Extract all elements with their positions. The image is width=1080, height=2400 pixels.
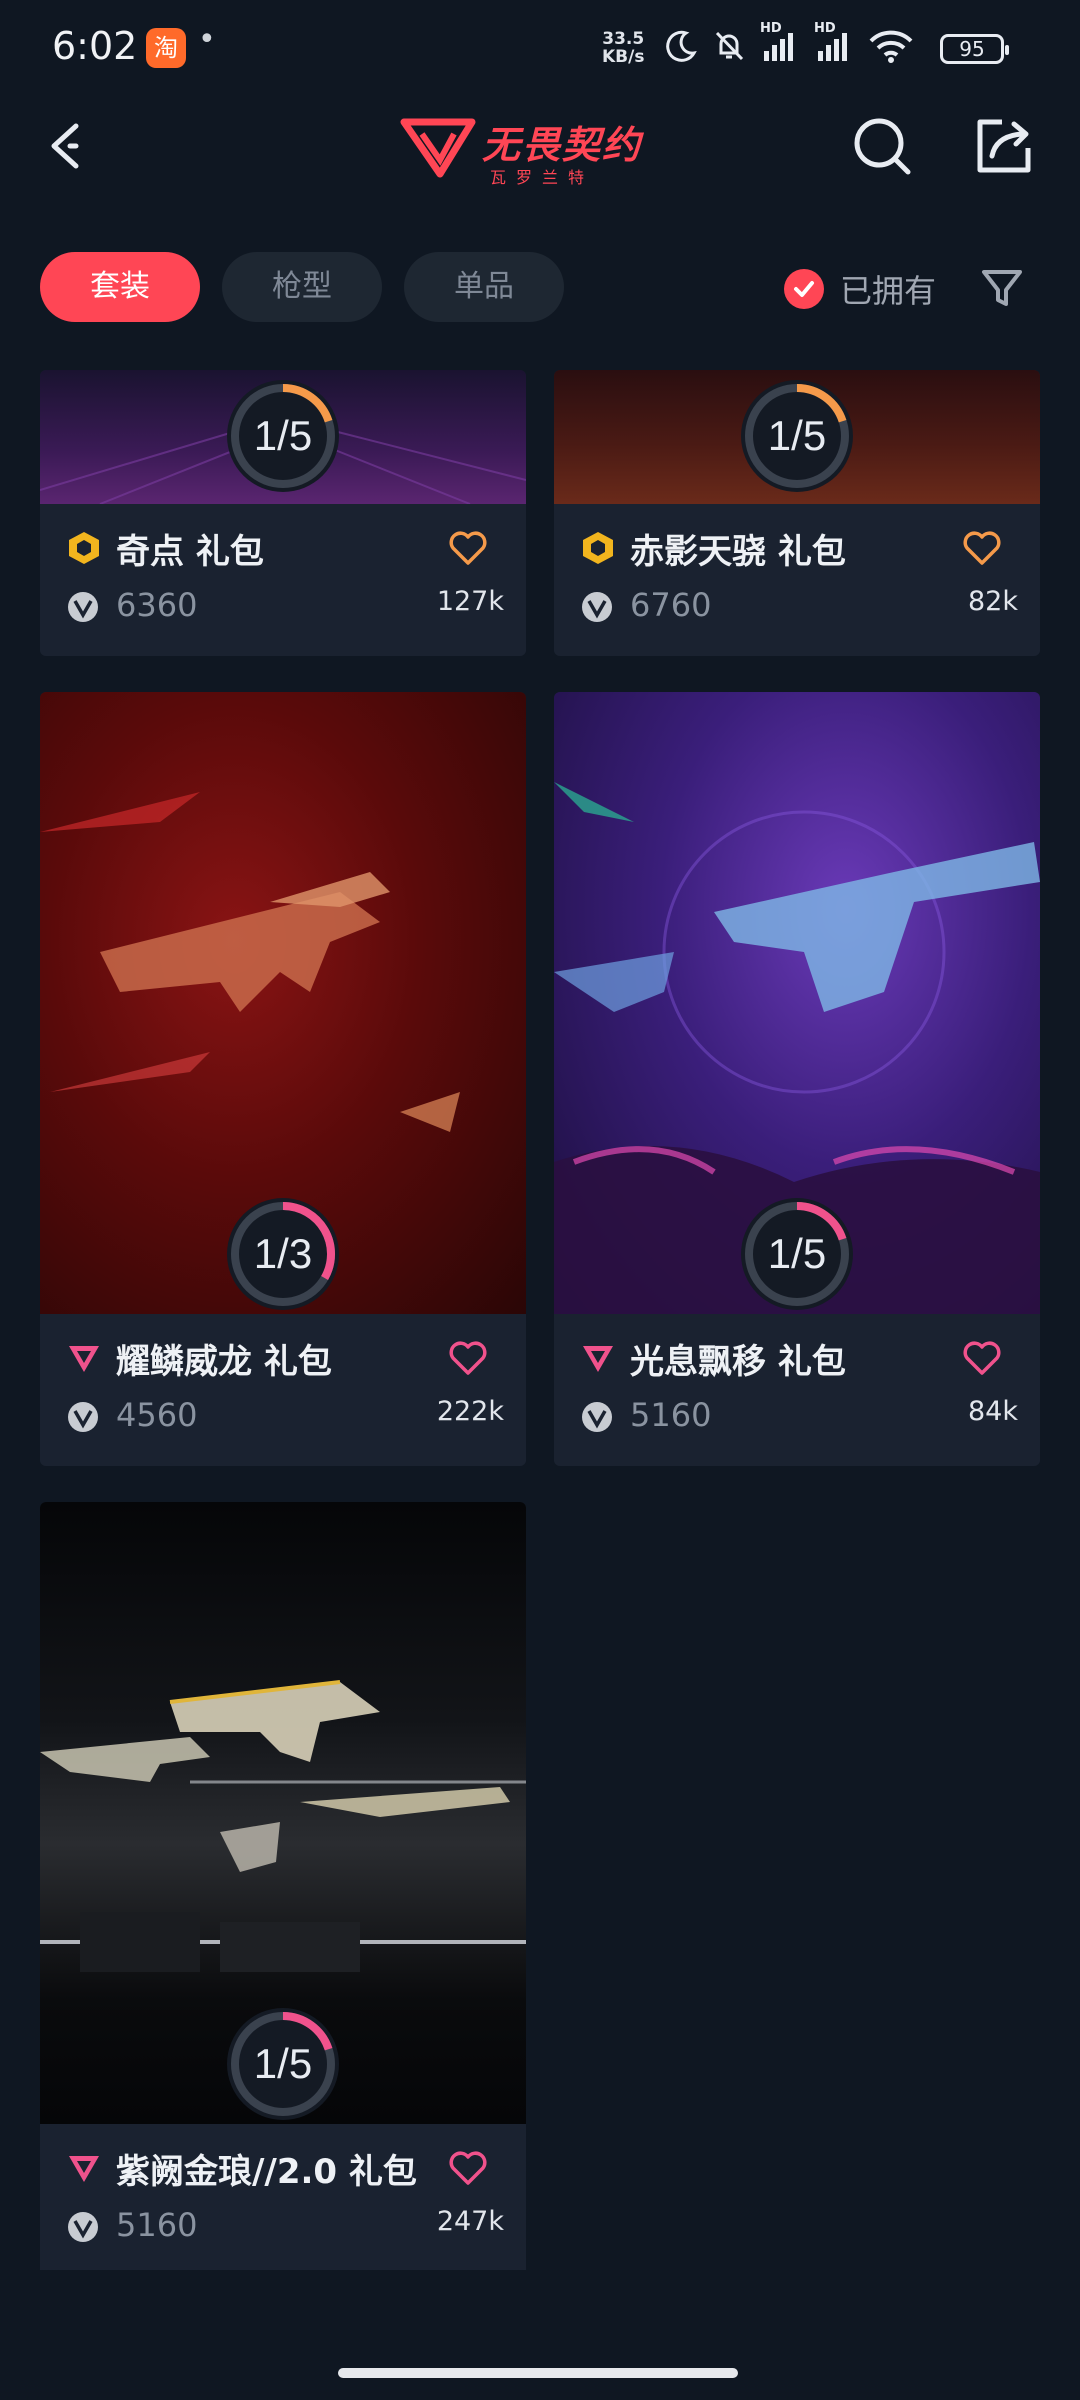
collection-progress-ring: 1/3 xyxy=(225,1196,341,1312)
like-count: 82k xyxy=(968,586,1018,617)
progress-label: 1/5 xyxy=(253,2040,313,2087)
heart-icon[interactable] xyxy=(448,2150,488,2186)
pink-tier-icon xyxy=(69,2156,99,2182)
check-icon xyxy=(784,269,824,309)
pink-tier-icon xyxy=(583,1346,613,1372)
bundle-card[interactable]: 1/5 奇点 礼包 6360 127k xyxy=(40,370,526,656)
bundle-title: 耀鳞威龙 礼包 xyxy=(116,1342,332,1382)
filter-button[interactable] xyxy=(978,264,1026,312)
bundle-title: 奇点 礼包 xyxy=(116,532,264,572)
bundle-title: 赤影天骁 礼包 xyxy=(630,532,846,572)
search-icon xyxy=(854,118,911,175)
bundle-title: 紫阙金琅//2.0 礼包 xyxy=(116,2152,417,2192)
like-count: 127k xyxy=(436,586,504,617)
bundle-price: 5160 xyxy=(116,2206,198,2244)
wifi-icon xyxy=(868,29,914,67)
heart-icon[interactable] xyxy=(962,1340,1002,1376)
bundle-price: 5160 xyxy=(630,1396,712,1434)
owned-filter-label: 已拥有 xyxy=(840,272,937,310)
notification-dot: • xyxy=(198,22,216,57)
like-count: 222k xyxy=(436,1396,504,1427)
battery-indicator: 95 xyxy=(940,34,1009,64)
bundle-card[interactable]: 1/3 耀鳞威龙 礼包 4560 222k xyxy=(40,692,526,1466)
progress-label: 1/5 xyxy=(253,412,313,459)
search-button[interactable] xyxy=(850,114,914,178)
pink-tier-icon xyxy=(69,1346,99,1372)
share-icon xyxy=(977,119,1031,173)
bundle-card[interactable]: 1/5 紫阙金琅//2.0 礼包 5160 247k xyxy=(40,1502,526,2270)
bundle-card[interactable]: 1/5 光息飘移 礼包 5160 84k xyxy=(554,692,1040,1466)
valorant-points-icon xyxy=(68,592,98,622)
progress-label: 1/3 xyxy=(253,1230,313,1277)
bundle-card[interactable]: 1/5 赤影天骁 礼包 6760 82k xyxy=(554,370,1040,656)
collection-progress-ring: 1/5 xyxy=(225,2006,341,2122)
logo-title: 无畏契约 xyxy=(482,123,643,167)
bundle-title: 光息飘移 礼包 xyxy=(630,1342,846,1382)
filter-icon xyxy=(982,270,1022,306)
heart-icon[interactable] xyxy=(448,530,488,566)
network-speed: 33.5 KB/s xyxy=(602,29,645,67)
home-indicator[interactable] xyxy=(338,2368,738,2378)
like-count: 84k xyxy=(968,1396,1018,1427)
progress-label: 1/5 xyxy=(767,1230,827,1277)
collection-progress-ring: 1/5 xyxy=(225,378,341,494)
owned-filter-toggle[interactable]: 已拥有 xyxy=(784,266,936,312)
signal-2-icon: HD xyxy=(814,21,854,67)
like-count: 247k xyxy=(436,2206,504,2237)
logo-subtitle: 瓦罗兰特 xyxy=(490,168,595,187)
status-time: 6:02 xyxy=(52,24,138,68)
bundle-price: 6360 xyxy=(116,586,198,624)
mute-bell-icon xyxy=(712,29,746,67)
collection-progress-ring: 1/5 xyxy=(739,378,855,494)
valorant-logo-icon xyxy=(400,118,476,178)
signal-1-icon: HD xyxy=(760,21,800,67)
gold-tier-icon xyxy=(583,532,613,564)
valorant-points-icon xyxy=(68,1402,98,1432)
app-header: 无畏契约 瓦罗兰特 xyxy=(0,96,1080,246)
valorant-points-icon xyxy=(582,592,612,622)
progress-label: 1/5 xyxy=(767,412,827,459)
collection-progress-ring: 1/5 xyxy=(739,1196,855,1312)
heart-icon[interactable] xyxy=(448,1340,488,1376)
valorant-points-icon xyxy=(582,1402,612,1432)
tab-weapon-type[interactable]: 枪型 xyxy=(222,252,382,322)
back-button[interactable] xyxy=(40,116,100,176)
gold-tier-icon xyxy=(69,532,99,564)
bundle-price: 6760 xyxy=(630,586,712,624)
category-tabs: 套装 枪型 单品 xyxy=(40,252,564,322)
taobao-app-icon: 淘 xyxy=(146,28,186,68)
heart-icon[interactable] xyxy=(962,530,1002,566)
back-icon xyxy=(51,123,79,169)
tab-bundles[interactable]: 套装 xyxy=(40,252,200,322)
valorant-points-icon xyxy=(68,2212,98,2242)
moon-icon xyxy=(664,29,698,67)
valorant-logo: 无畏契约 瓦罗兰特 xyxy=(400,106,680,192)
status-bar: 6:02 淘 • 33.5 KB/s HD HD 95 xyxy=(0,0,1080,96)
share-button[interactable] xyxy=(972,114,1036,178)
bundle-grid: 1/5 奇点 礼包 6360 127k 1/5 赤影天骁 礼包 6760 82k… xyxy=(0,370,1080,2270)
tab-single-item[interactable]: 单品 xyxy=(404,252,564,322)
bundle-price: 4560 xyxy=(116,1396,198,1434)
